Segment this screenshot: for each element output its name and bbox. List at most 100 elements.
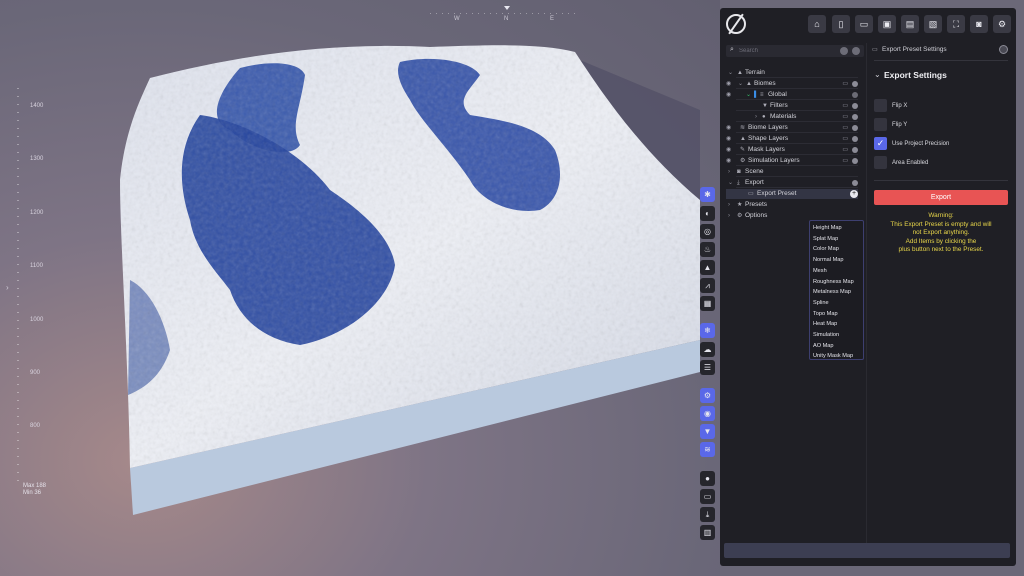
gear-icon <box>852 147 858 153</box>
tree-item-biomes[interactable]: ◉ ⌄ ▲ Biomes ▭ <box>726 79 858 89</box>
eye-icon: ◉ <box>726 136 732 142</box>
export-button[interactable]: Export <box>874 190 1008 205</box>
preset-settings-gear-icon[interactable] <box>999 45 1008 54</box>
export-file-icon[interactable]: ▧ <box>924 15 942 33</box>
menu-item-color-map[interactable]: Color Map <box>813 244 839 255</box>
divider <box>874 180 1008 181</box>
link-icon <box>852 92 858 98</box>
min-height: Min 36 <box>23 490 42 496</box>
ruler-label: 900 <box>30 370 41 376</box>
gear-icon <box>852 125 858 131</box>
expand-left-icon[interactable]: › <box>6 283 9 292</box>
target-tool-icon[interactable]: ◎ <box>700 224 715 239</box>
eye-icon: ◉ <box>726 92 732 98</box>
camera-icon[interactable]: ◙ <box>970 15 988 33</box>
ruler-label: 1100 <box>30 263 43 269</box>
menu-item-unity-mask-map[interactable]: Unity Mask Map <box>813 351 853 362</box>
clear-search-icon[interactable] <box>840 47 848 55</box>
eye-icon: ◉ <box>726 158 732 164</box>
compass: W N E <box>430 4 580 26</box>
cogs-tool-icon[interactable]: ⚙ <box>700 388 715 403</box>
tree-item-biome-layers[interactable]: ◉ ≋ Biome Layers ▭ <box>726 123 858 133</box>
tree-item-export[interactable]: ⌄ ⤓ Export <box>726 178 858 188</box>
tree-item-terrain[interactable]: ⌄ ▲ Terrain <box>726 68 858 78</box>
fullscreen-icon[interactable]: ⛶ <box>947 15 965 33</box>
fire-tool-icon[interactable]: ♨ <box>700 242 715 257</box>
lines-tool-icon[interactable]: ☰ <box>700 360 715 375</box>
chart-tool-icon[interactable]: ▥ <box>700 525 715 540</box>
menu-item-metalness-map[interactable]: Metalness Map <box>813 287 851 298</box>
tree-item-scene[interactable]: › ◙ Scene <box>726 167 858 177</box>
terrain-render[interactable] <box>0 0 720 576</box>
eye-icon: ◉ <box>726 125 732 131</box>
menu-item-simulation[interactable]: Simulation <box>813 330 839 341</box>
menu-item-splat-map[interactable]: Splat Map <box>813 234 838 245</box>
eye-icon: ◉ <box>726 81 732 87</box>
gear-icon <box>852 81 858 87</box>
tree-item-filters[interactable]: ▼ Filters ▭ <box>726 101 858 111</box>
mountain-tool-icon[interactable]: ▲ <box>700 260 715 275</box>
export-settings-title: Export Settings <box>884 70 947 80</box>
max-height: Max 188 <box>23 483 47 489</box>
collapse-chevron-icon[interactable]: ⌄ <box>874 70 881 79</box>
app-logo-icon <box>726 14 746 34</box>
search-input[interactable] <box>739 45 834 57</box>
layers-tool-icon[interactable]: ≋ <box>700 442 715 457</box>
grid-tool-icon[interactable]: ▦ <box>700 296 715 311</box>
empty-preset-warning: Warning: This Export Preset is empty and… <box>890 212 992 253</box>
tree-item-mask-layers[interactable]: ◉ ✎ Mask Layers ▭ <box>726 145 858 155</box>
area-enabled-checkbox[interactable] <box>874 156 887 169</box>
use-project-precision-checkbox[interactable]: ✓ <box>874 137 887 150</box>
use-project-precision-label: Use Project Precision <box>892 141 950 147</box>
scene-tree: ⌕ ⌄▲ Terrain ◉⌄▲ Biomes ▭ ◉⌄ ▌≡ Global ▼… <box>726 43 866 543</box>
terrain-viewport[interactable]: W N E 1400 1300 1200 1100 1000 900 800 M… <box>0 0 720 576</box>
tree-item-export-preset[interactable]: ▭ Export Preset + <box>726 189 858 199</box>
menu-item-normal-map[interactable]: Normal Map <box>813 255 843 266</box>
add-item-icon[interactable]: + <box>850 190 858 198</box>
settings-tool-icon[interactable]: ● <box>700 471 715 486</box>
download-tool-icon[interactable]: ⤓ <box>700 507 715 522</box>
menu-item-spline[interactable]: Spline <box>813 298 829 309</box>
new-file-icon[interactable]: ▯ <box>832 15 850 33</box>
ruler-label: 1200 <box>30 210 44 216</box>
tree-item-shape-layers[interactable]: ◉ ▲ Shape Layers ▭ <box>726 134 858 144</box>
eye-tool-icon[interactable]: ◉ <box>700 406 715 421</box>
menu-item-mesh[interactable]: Mesh <box>813 266 827 277</box>
snow-tool-icon[interactable]: ❄ <box>700 323 715 338</box>
menu-item-height-map[interactable]: Height Map <box>813 223 842 234</box>
flip-y-label: Flip Y <box>892 122 908 128</box>
filter-tool-icon[interactable]: ▼ <box>700 424 715 439</box>
side-panel: ⌂ ▯ ▭ ▣ ▤ ▧ ⛶ ◙ ⚙ ⌕ ⌄▲ Terrain ◉⌄▲ Biome… <box>720 8 1016 566</box>
tree-item-global[interactable]: ◉ ⌄ ▌ ≡ Global <box>726 90 858 100</box>
cloud-tool-icon[interactable]: ☁ <box>700 342 715 357</box>
panel-divider[interactable] <box>866 43 867 543</box>
gear-icon: ⚙ <box>737 213 743 219</box>
menu-item-heat-map[interactable]: Heat Map <box>813 319 837 330</box>
gear-icon <box>852 103 858 109</box>
settings-icon[interactable]: ⚙ <box>993 15 1011 33</box>
moon-tool-icon[interactable]: ◐ <box>700 206 715 221</box>
menu-item-topo-map[interactable]: Topo Map <box>813 309 838 320</box>
home-icon[interactable]: ⌂ <box>808 15 826 33</box>
lighting-tool-icon[interactable]: ✱ <box>700 187 715 202</box>
menu-item-roughness-map[interactable]: Roughness Map <box>813 277 854 288</box>
properties-header: ▭ Export Preset Settings <box>870 45 1012 57</box>
tree-item-materials[interactable]: › ● Materials ▭ <box>726 112 858 122</box>
save-icon[interactable]: ▣ <box>878 15 896 33</box>
tree-item-presets[interactable]: › ★ Presets <box>726 200 858 210</box>
menu-item-ao-map[interactable]: AO Map <box>813 341 834 352</box>
search-icon: ⌕ <box>730 46 734 53</box>
search-box[interactable]: ⌕ <box>726 45 864 57</box>
gear-icon <box>852 180 858 186</box>
search-options-icon[interactable] <box>852 47 860 55</box>
tree-item-simulation-layers[interactable]: ◉ ⚙ Simulation Layers ▭ <box>726 156 858 166</box>
save-as-icon[interactable]: ▤ <box>901 15 919 33</box>
terrain-tool-icon[interactable]: ⩘ <box>700 278 715 293</box>
open-folder-icon[interactable]: ▭ <box>855 15 873 33</box>
flip-x-checkbox[interactable] <box>874 99 887 112</box>
flip-x-label: Flip X <box>892 103 908 109</box>
gear-icon <box>852 114 858 120</box>
status-bar <box>724 543 1010 558</box>
folder-tool-icon[interactable]: ▭ <box>700 489 715 504</box>
flip-y-checkbox[interactable] <box>874 118 887 131</box>
